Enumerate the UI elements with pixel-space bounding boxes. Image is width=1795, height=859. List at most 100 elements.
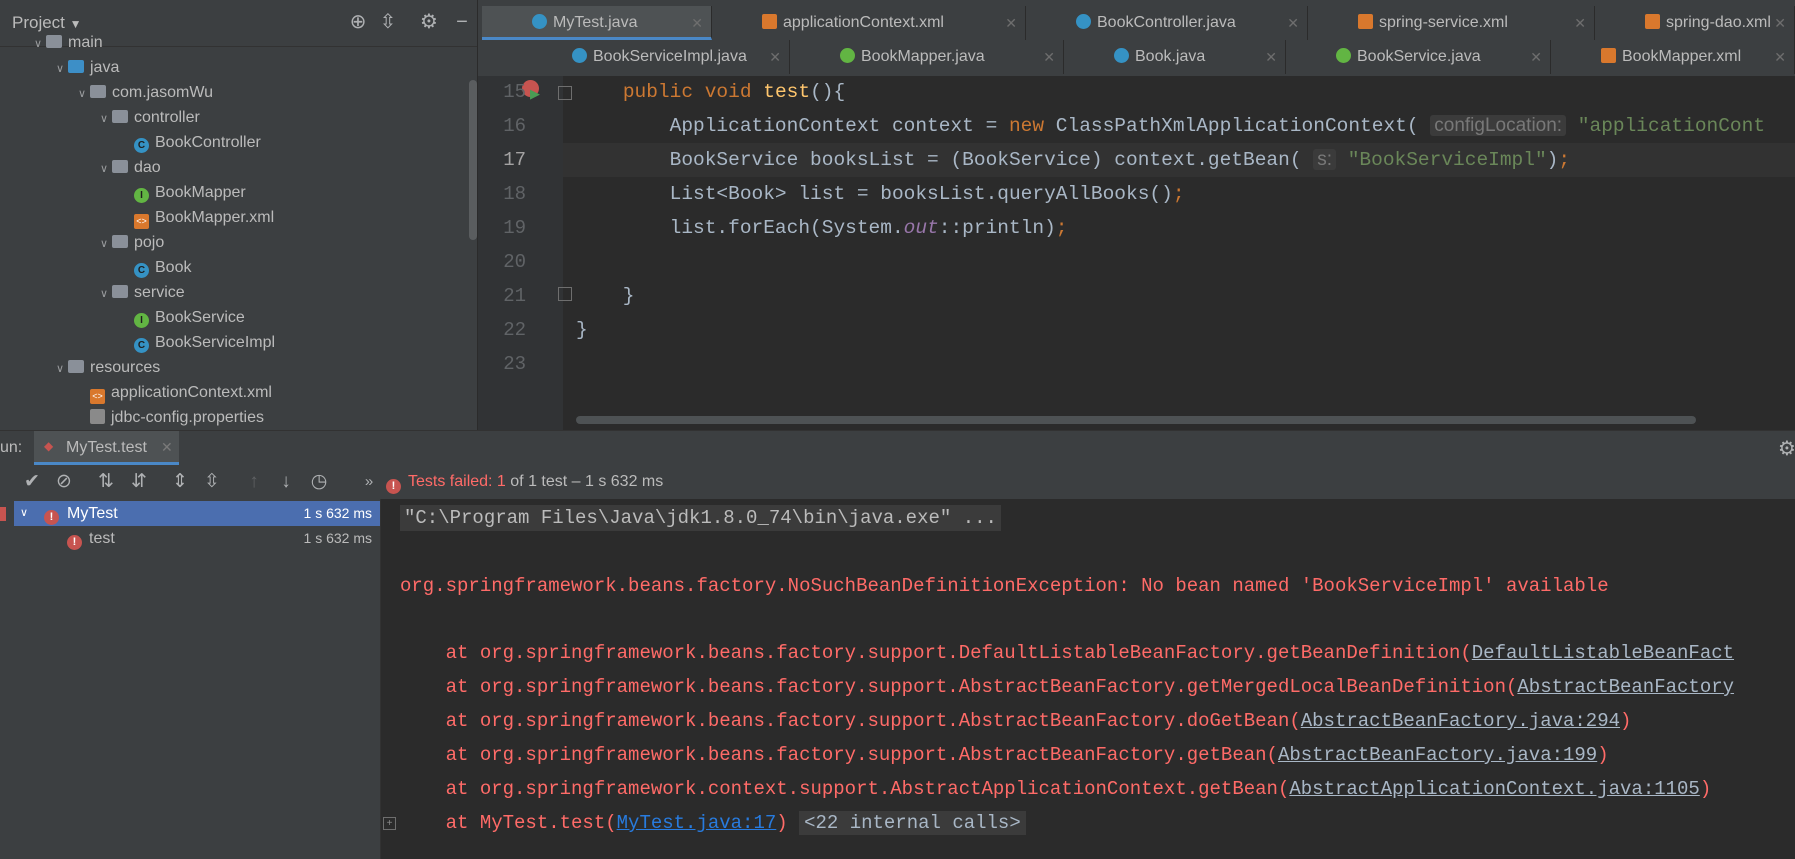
interface-file-icon [1336,48,1351,63]
tree-item[interactable]: ∨ com.jasomWu [74,80,213,105]
code-line-17: BookService booksList = (BookService) co… [576,149,1571,171]
chevron-down-icon[interactable]: ∨ [52,57,68,82]
project-scrollbar[interactable] [469,80,477,240]
chevron-down-icon[interactable]: ∨ [96,232,112,257]
editor-tab[interactable]: BookMapper.xml ✕ [1551,40,1795,74]
xml-file-icon: <> [134,214,149,229]
gear-icon[interactable]: ⚙ [1778,436,1795,461]
chevron-down-icon[interactable]: ∨ [52,357,68,382]
stack-link[interactable]: AbstractApplicationContext.java:1105 [1289,778,1699,800]
tree-item[interactable]: <> applicationContext.xml [74,380,272,405]
more-icon[interactable]: » [357,470,381,494]
editor-tab[interactable]: Book.java ✕ [1064,40,1286,74]
expand-all-icon[interactable]: ⇕ [168,470,192,494]
collapse-all-icon[interactable]: ⇳ [200,470,224,494]
close-icon[interactable]: ✕ [1774,40,1786,74]
chevron-down-icon[interactable]: ∨ [74,82,90,107]
stack-line-last: at MyTest.test(MyTest.java:17) <22 inter… [400,811,1026,835]
rerun-failed-icon[interactable] [0,507,6,521]
tree-item[interactable]: ∨ resources [52,355,160,380]
close-icon[interactable]: ✕ [1043,40,1055,74]
chevron-down-icon[interactable]: ∨ [30,32,46,57]
sort-duration-icon[interactable]: ⇵ [127,470,151,494]
tree-item[interactable]: ∨ java [52,55,119,80]
show-ignored-icon[interactable]: ⊘ [52,470,76,494]
close-icon[interactable]: ✕ [1005,6,1017,40]
stack-link[interactable]: MyTest.java:17 [617,812,777,834]
close-icon[interactable]: ✕ [1265,40,1277,74]
tab-label: spring-service.xml [1379,14,1508,31]
tree-item[interactable]: C Book [118,255,191,280]
stack-link[interactable]: AbstractBeanFactory.java:199 [1278,744,1597,766]
param-hint-s: s: [1313,149,1337,170]
chevron-down-icon[interactable]: ∨ [96,282,112,307]
chevron-down-icon[interactable]: ▼ [70,17,82,31]
editor-hscrollbar[interactable] [576,416,1696,424]
test-row-method[interactable]: ! test 1 s 632 ms [14,526,380,551]
editor-tab[interactable]: BookService.java ✕ [1286,40,1551,74]
internal-calls[interactable]: <22 internal calls> [799,811,1026,835]
tree-item[interactable]: ∨ controller [96,105,200,130]
previous-icon[interactable]: ↑ [242,470,266,494]
editor-tab[interactable]: spring-dao.xml ✕ [1595,6,1795,40]
tree-item[interactable]: ∨ service [96,280,185,305]
tree-item[interactable]: C BookServiceImpl [118,330,275,355]
history-icon[interactable]: ◷ [307,470,331,494]
run-tab[interactable]: ◆ MyTest.test ✕ [34,431,179,465]
code-line-19: list.forEach(System.out::println); [576,217,1068,239]
console-output[interactable]: "C:\Program Files\Java\jdk1.8.0_74\bin\j… [381,499,1795,859]
run-header: un: ◆ MyTest.test ✕ ⚙ [0,430,1795,466]
test-duration: 1 s 632 ms [303,505,372,521]
stack-link[interactable]: AbstractBeanFactory [1517,676,1734,698]
editor-tab[interactable]: applicationContext.xml ✕ [712,6,1026,40]
class-file-icon [532,14,547,29]
stack-tail: ) [1597,744,1609,766]
close-icon[interactable]: ✕ [1530,40,1542,74]
stack-link[interactable]: AbstractBeanFactory.java:294 [1301,710,1620,732]
tree-item[interactable]: jdbc-config.properties [74,405,264,430]
editor-tab[interactable]: spring-service.xml ✕ [1308,6,1595,40]
stack-link[interactable]: DefaultListableBeanFact [1472,642,1734,664]
play-icon[interactable]: ▶ [530,86,540,102]
chevron-down-icon[interactable]: ∨ [96,157,112,182]
editor-tab[interactable]: BookMapper.java ✕ [790,40,1064,74]
code-editor[interactable]: ▶ 15 16 17 18 19 20 21 22 23 public void test(){… [478,76,1795,430]
close-icon[interactable]: ✕ [1774,6,1786,40]
next-icon[interactable]: ↓ [274,470,298,494]
show-passed-icon[interactable]: ✔ [20,470,44,494]
expand-icon[interactable]: + [383,817,396,830]
package-icon [112,235,128,248]
gutter: ▶ 15 16 17 18 19 20 21 22 23 [478,76,572,430]
run-tab-label: MyTest.test [66,439,147,456]
fold-end-icon[interactable] [558,287,572,301]
tree-item-label: java [90,59,120,76]
tree-item[interactable]: <> BookMapper.xml [118,205,274,230]
editor-tab[interactable]: BookController.java ✕ [1026,6,1308,40]
xml-file-icon: <> [90,389,105,404]
error-icon: ! [67,526,88,551]
tree-item-label: BookServiceImpl [155,334,276,351]
editor-tab[interactable]: MyTest.java ✕ [482,6,712,40]
tree-item[interactable]: I BookMapper [118,180,246,205]
close-icon[interactable]: ✕ [1574,6,1586,40]
tree-item[interactable]: I BookService [118,305,245,330]
tree-item[interactable]: ∨ dao [96,155,161,180]
tree-item[interactable]: C BookController [118,130,261,155]
sort-alpha-icon[interactable]: ⇅ [94,470,118,494]
editor-tab[interactable]: BookServiceImpl.java ✕ [522,40,790,74]
close-icon[interactable]: ✕ [769,40,781,74]
string-literal: "applicationCont [1577,115,1766,137]
close-icon[interactable]: ✕ [1287,6,1299,40]
close-icon[interactable]: ✕ [161,439,173,456]
tree-item[interactable]: ∨ pojo [96,230,164,255]
test-row-class[interactable]: ∨ ! MyTest 1 s 632 ms [14,501,380,526]
chevron-down-icon[interactable]: ∨ [20,501,28,526]
chevron-down-icon[interactable]: ∨ [96,107,112,132]
tree-item-label: com.jasomWu [112,84,214,101]
tree-item-label: BookMapper.xml [155,209,275,226]
tree-item[interactable]: ∨ main [30,30,103,55]
test-status: Tests failed: 1 of 1 test – 1 s 632 ms [408,473,663,491]
run-toolbar: ✔ ⊘ ⇅ ⇵ ⇕ ⇳ ↑ ↓ ◷ » ! Tests failed: 1 of… [0,465,1795,500]
close-icon[interactable]: ✕ [691,6,703,40]
fold-icon[interactable] [558,86,572,100]
